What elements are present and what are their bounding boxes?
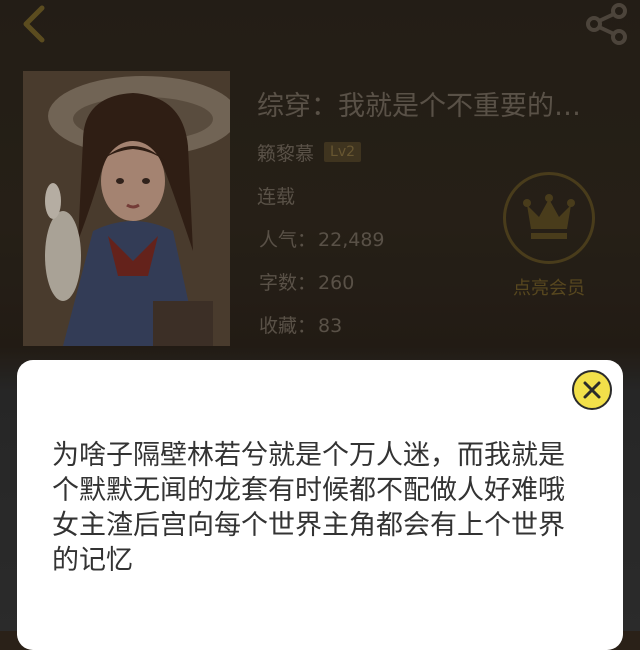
close-button[interactable]: [572, 370, 612, 410]
description-line: 为啥子隔壁林若兮就是个万人迷，而我就是个默默无闻的龙套有时候都不配做人好难哦: [52, 440, 565, 506]
close-icon: [583, 381, 601, 399]
book-description: 为啥子隔壁林若兮就是个万人迷，而我就是个默默无闻的龙套有时候都不配做人好难哦 女…: [52, 438, 582, 578]
description-line: 女主渣后宫向每个世界主角都会有上个世界的记忆: [52, 510, 565, 576]
